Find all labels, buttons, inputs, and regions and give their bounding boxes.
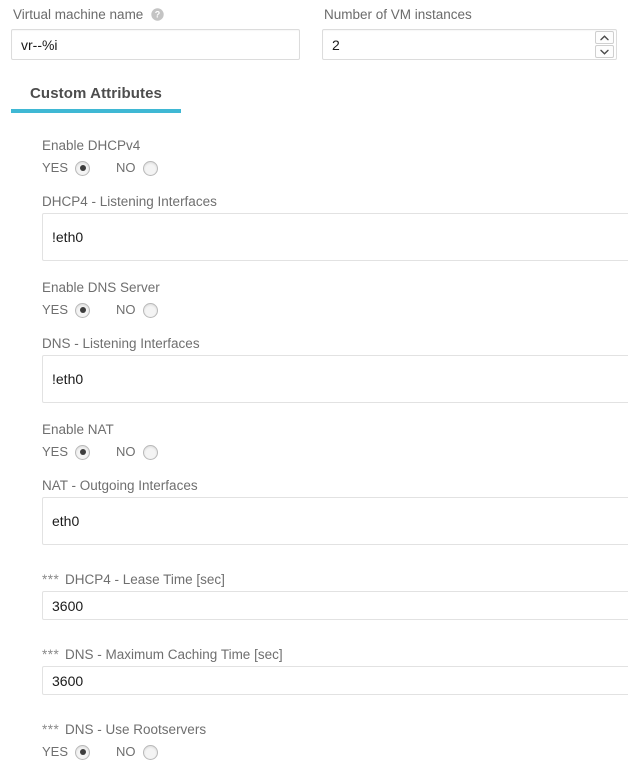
radio-no-indicator[interactable] (142, 744, 158, 760)
radio-yes-enable-nat[interactable]: YES (42, 444, 91, 460)
top-fields-row: Virtual machine name ? Number of VM inst… (0, 0, 628, 60)
attribute-label-text: DNS - Maximum Caching Time [sec] (65, 647, 283, 662)
dns-listening-interfaces-input[interactable] (42, 355, 628, 403)
tab-custom-attributes-label: Custom Attributes (30, 85, 162, 102)
radio-no-indicator[interactable] (142, 302, 158, 318)
attribute-label: DNS - Listening Interfaces (42, 336, 200, 351)
radio-group-enable-dhcpv4: YES NO (42, 157, 628, 179)
vm-instances-input[interactable] (322, 29, 617, 60)
radio-yes-label: YES (42, 160, 69, 175)
radio-yes-indicator[interactable] (75, 160, 91, 176)
attribute-nat-outgoing-interfaces: NAT - Outgoing Interfaces (42, 477, 628, 545)
vm-instances-label-text: Number of VM instances (324, 7, 472, 22)
attribute-dhcp4-listening-interfaces: DHCP4 - Listening Interfaces (42, 193, 628, 261)
tab-custom-attributes[interactable]: Custom Attributes (11, 81, 181, 113)
radio-no-label: NO (116, 302, 136, 317)
radio-group-enable-dns-server: YES NO (42, 299, 628, 321)
radio-yes-indicator[interactable] (75, 744, 91, 760)
radio-no-label: NO (116, 744, 136, 759)
nat-outgoing-interfaces-input[interactable] (42, 497, 628, 545)
vm-instances-label: Number of VM instances (324, 7, 617, 23)
attribute-enable-nat: Enable NAT YES NO (42, 421, 628, 463)
attribute-label: DHCP4 - Listening Interfaces (42, 194, 217, 209)
input-wrap (42, 355, 628, 403)
radio-yes-label: YES (42, 444, 69, 459)
dns-max-caching-time-input[interactable] (42, 666, 628, 695)
radio-yes-enable-dhcpv4[interactable]: YES (42, 160, 91, 176)
radio-no-label: NO (116, 160, 136, 175)
chevron-up-icon[interactable] (595, 31, 614, 44)
input-wrap (42, 666, 628, 695)
radio-yes-label: YES (42, 744, 69, 759)
radio-yes-label: YES (42, 302, 69, 317)
dhcp4-lease-time-input[interactable] (42, 591, 628, 620)
required-stars: *** (42, 572, 60, 587)
attribute-dhcp4-lease-time: *** DHCP4 - Lease Time [sec] (42, 571, 628, 620)
attribute-label-text: DNS - Use Rootservers (65, 722, 207, 737)
stepper-buttons (595, 31, 614, 58)
radio-group-enable-nat: YES NO (42, 441, 628, 463)
vm-name-field-group: Virtual machine name ? (0, 7, 322, 60)
attribute-label: Enable DNS Server (42, 280, 160, 295)
attribute-dns-max-caching-time: *** DNS - Maximum Caching Time [sec] (42, 646, 628, 695)
attribute-enable-dhcpv4: Enable DHCPv4 YES NO (42, 137, 628, 179)
attribute-label: NAT - Outgoing Interfaces (42, 478, 198, 493)
radio-yes-enable-dns-server[interactable]: YES (42, 302, 91, 318)
radio-no-dns-use-rootservers[interactable]: NO (116, 744, 158, 760)
radio-yes-dns-use-rootservers[interactable]: YES (42, 744, 91, 760)
attribute-label: *** DNS - Maximum Caching Time [sec] (42, 646, 628, 663)
attribute-label: *** DHCP4 - Lease Time [sec] (42, 571, 628, 588)
input-wrap (42, 497, 628, 545)
input-wrap (42, 591, 628, 620)
radio-yes-indicator[interactable] (75, 302, 91, 318)
radio-no-enable-dns-server[interactable]: NO (116, 302, 158, 318)
chevron-down-icon[interactable] (595, 45, 614, 58)
attribute-label: *** DNS - Use Rootservers (42, 721, 628, 738)
radio-no-indicator[interactable] (142, 160, 158, 176)
attribute-dns-listening-interfaces: DNS - Listening Interfaces (42, 335, 628, 403)
radio-yes-indicator[interactable] (75, 444, 91, 460)
attribute-label: Enable DHCPv4 (42, 138, 141, 153)
radio-no-enable-nat[interactable]: NO (116, 444, 158, 460)
dhcp4-listening-interfaces-input[interactable] (42, 213, 628, 261)
tab-bar: Custom Attributes (0, 81, 628, 113)
radio-no-indicator[interactable] (142, 444, 158, 460)
vm-name-input[interactable] (11, 29, 300, 60)
radio-no-enable-dhcpv4[interactable]: NO (116, 160, 158, 176)
vm-instances-field-group: Number of VM instances (322, 7, 628, 60)
attribute-label-text: DHCP4 - Lease Time [sec] (65, 572, 225, 587)
custom-attributes-panel: Enable DHCPv4 YES NO DHCP4 - Listening I… (0, 113, 628, 763)
vm-name-label-text: Virtual machine name (13, 7, 144, 22)
attribute-dns-use-rootservers: *** DNS - Use Rootservers YES NO (42, 721, 628, 763)
radio-no-label: NO (116, 444, 136, 459)
radio-group-dns-use-rootservers: YES NO (42, 741, 628, 763)
input-wrap (42, 213, 628, 261)
vm-instances-stepper (322, 29, 617, 60)
help-circle-icon[interactable]: ? (151, 8, 164, 21)
required-stars: *** (42, 722, 60, 737)
required-stars: *** (42, 647, 60, 662)
attribute-label: Enable NAT (42, 422, 114, 437)
attribute-enable-dns-server: Enable DNS Server YES NO (42, 279, 628, 321)
svg-text:?: ? (155, 10, 161, 20)
vm-name-label: Virtual machine name ? (13, 7, 300, 23)
